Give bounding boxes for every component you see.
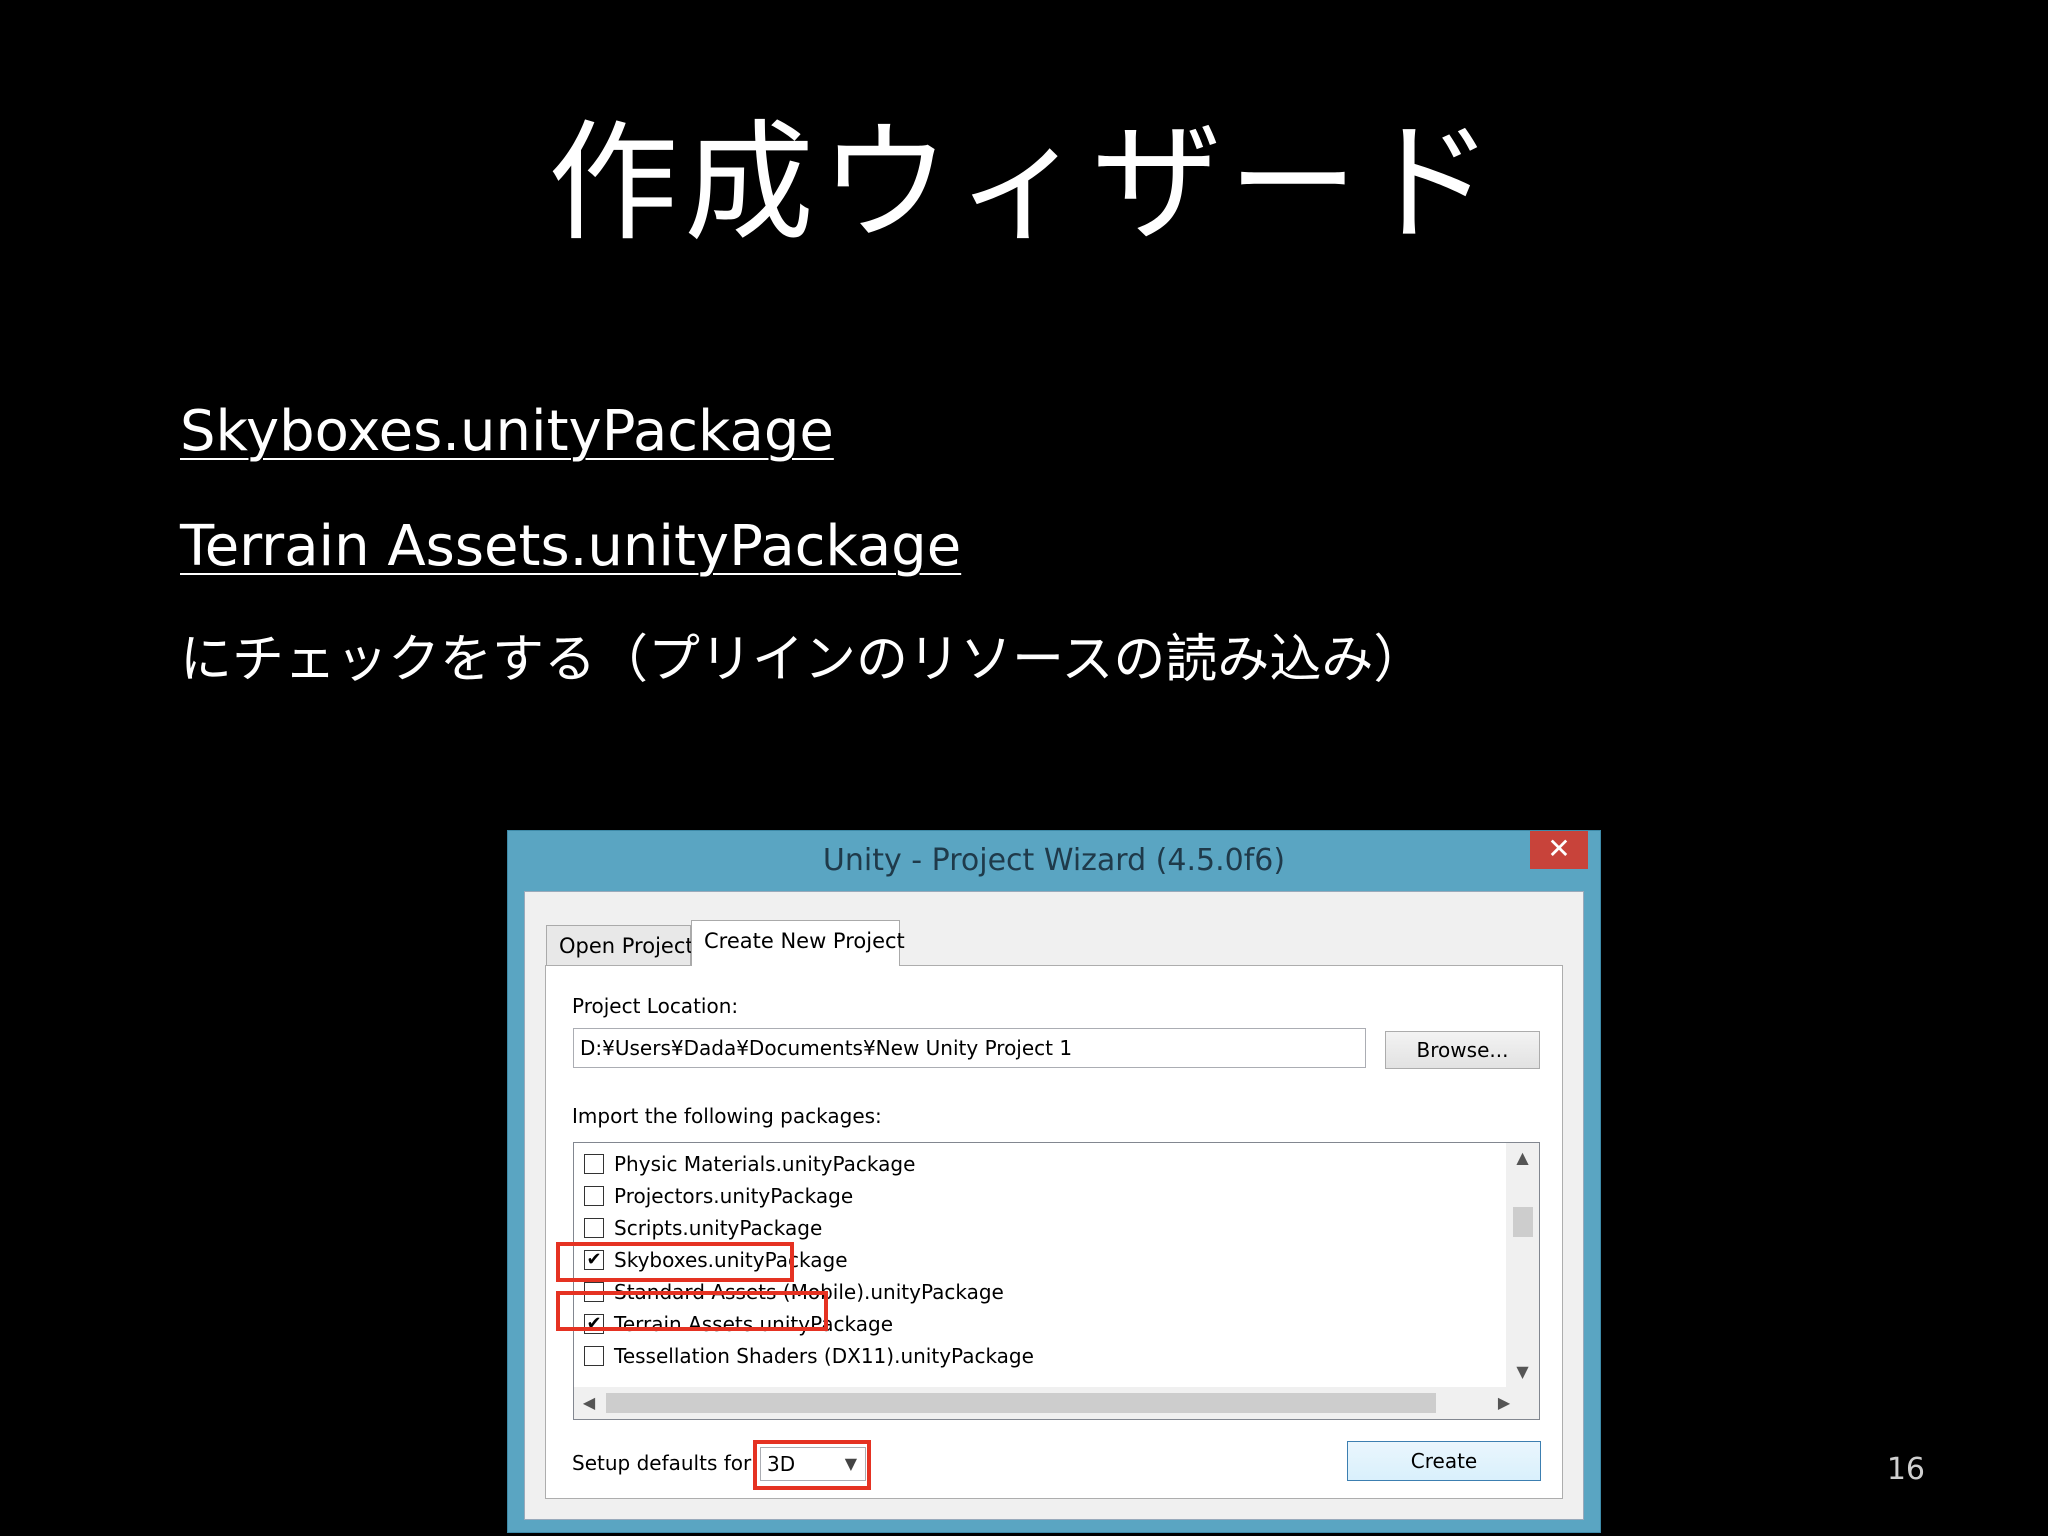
list-item-terrain-assets[interactable]: ✔ Terrain Assets.unityPackage [584,1309,893,1339]
project-wizard-window: Unity - Project Wizard (4.5.0f6) ✕ Open … [507,830,1601,1533]
checkmark-icon: ✔ [586,1313,602,1334]
scroll-up-icon[interactable]: ▲ [1506,1143,1539,1173]
setup-defaults-select[interactable]: 3D ▼ [760,1447,866,1481]
create-button[interactable]: Create [1347,1441,1541,1481]
list-item-tessellation-shaders[interactable]: Tessellation Shaders (DX11).unityPackage [584,1341,1034,1371]
scroll-down-icon[interactable]: ▼ [1506,1357,1539,1387]
package-label: Skyboxes.unityPackage [614,1248,848,1272]
package-label: Tessellation Shaders (DX11).unityPackage [614,1344,1034,1368]
checkbox-physic-materials[interactable] [584,1154,604,1174]
close-button[interactable]: ✕ [1530,831,1588,869]
checkbox-scripts[interactable] [584,1218,604,1238]
bullet-instruction: にチェックをする（プリインのリソースの読み込み） [180,630,1426,690]
create-project-panel: Project Location: D:¥Users¥Dada¥Document… [545,965,1563,1499]
list-item-scripts[interactable]: Scripts.unityPackage [584,1213,822,1243]
list-item-standard-assets-mobile[interactable]: Standard Assets (Mobile).unityPackage [584,1277,1004,1307]
package-label: Scripts.unityPackage [614,1216,823,1240]
scroll-left-icon[interactable]: ◀ [574,1387,604,1419]
chevron-down-icon: ▼ [844,1454,857,1473]
horizontal-scroll-thumb[interactable] [606,1393,1436,1413]
vertical-scrollbar[interactable]: ▲ ▼ [1506,1143,1539,1387]
setup-defaults-value: 3D [767,1452,796,1476]
checkbox-terrain-assets[interactable]: ✔ [584,1314,604,1334]
list-item-physic-materials[interactable]: Physic Materials.unityPackage [584,1149,915,1179]
package-label: Projectors.unityPackage [614,1184,854,1208]
vertical-scroll-thumb[interactable] [1513,1207,1533,1237]
window-client-area: Open Project Create New Project Project … [524,891,1584,1520]
checkbox-projectors[interactable] [584,1186,604,1206]
window-title: Unity - Project Wizard (4.5.0f6) [822,843,1286,878]
browse-button[interactable]: Browse... [1385,1031,1540,1069]
checkbox-standard-assets-mobile[interactable] [584,1282,604,1302]
scroll-right-icon[interactable]: ▶ [1489,1387,1519,1419]
package-label: Terrain Assets.unityPackage [614,1312,893,1336]
tab-create-new-project[interactable]: Create New Project [691,920,905,966]
checkmark-icon: ✔ [586,1249,602,1270]
tab-open-project[interactable]: Open Project [546,925,694,965]
horizontal-scrollbar[interactable]: ◀ ▶ [574,1387,1539,1419]
bullet-skyboxes: Skyboxes.unityPackage [180,399,834,464]
list-item-skyboxes[interactable]: ✔ Skyboxes.unityPackage [584,1245,848,1275]
package-label: Physic Materials.unityPackage [614,1152,916,1176]
list-item-projectors[interactable]: Projectors.unityPackage [584,1181,853,1211]
import-packages-label: Import the following packages: [572,1104,882,1128]
bullet-terrain-assets: Terrain Assets.unityPackage [180,514,962,579]
checkbox-tessellation-shaders[interactable] [584,1346,604,1366]
slide-title: 作成ウィザード [547,107,1500,259]
project-location-input[interactable]: D:¥Users¥Dada¥Documents¥New Unity Projec… [573,1028,1366,1068]
page-number: 16 [1886,1452,1925,1487]
project-location-label: Project Location: [572,994,739,1018]
setup-defaults-label: Setup defaults for: [572,1451,758,1475]
packages-list[interactable]: Physic Materials.unityPackage Projectors… [573,1142,1540,1420]
package-label: Standard Assets (Mobile).unityPackage [614,1280,1004,1304]
close-icon: ✕ [1547,832,1571,865]
checkbox-skyboxes[interactable]: ✔ [584,1250,604,1270]
packages-list-items: Physic Materials.unityPackage Projectors… [574,1143,1506,1387]
